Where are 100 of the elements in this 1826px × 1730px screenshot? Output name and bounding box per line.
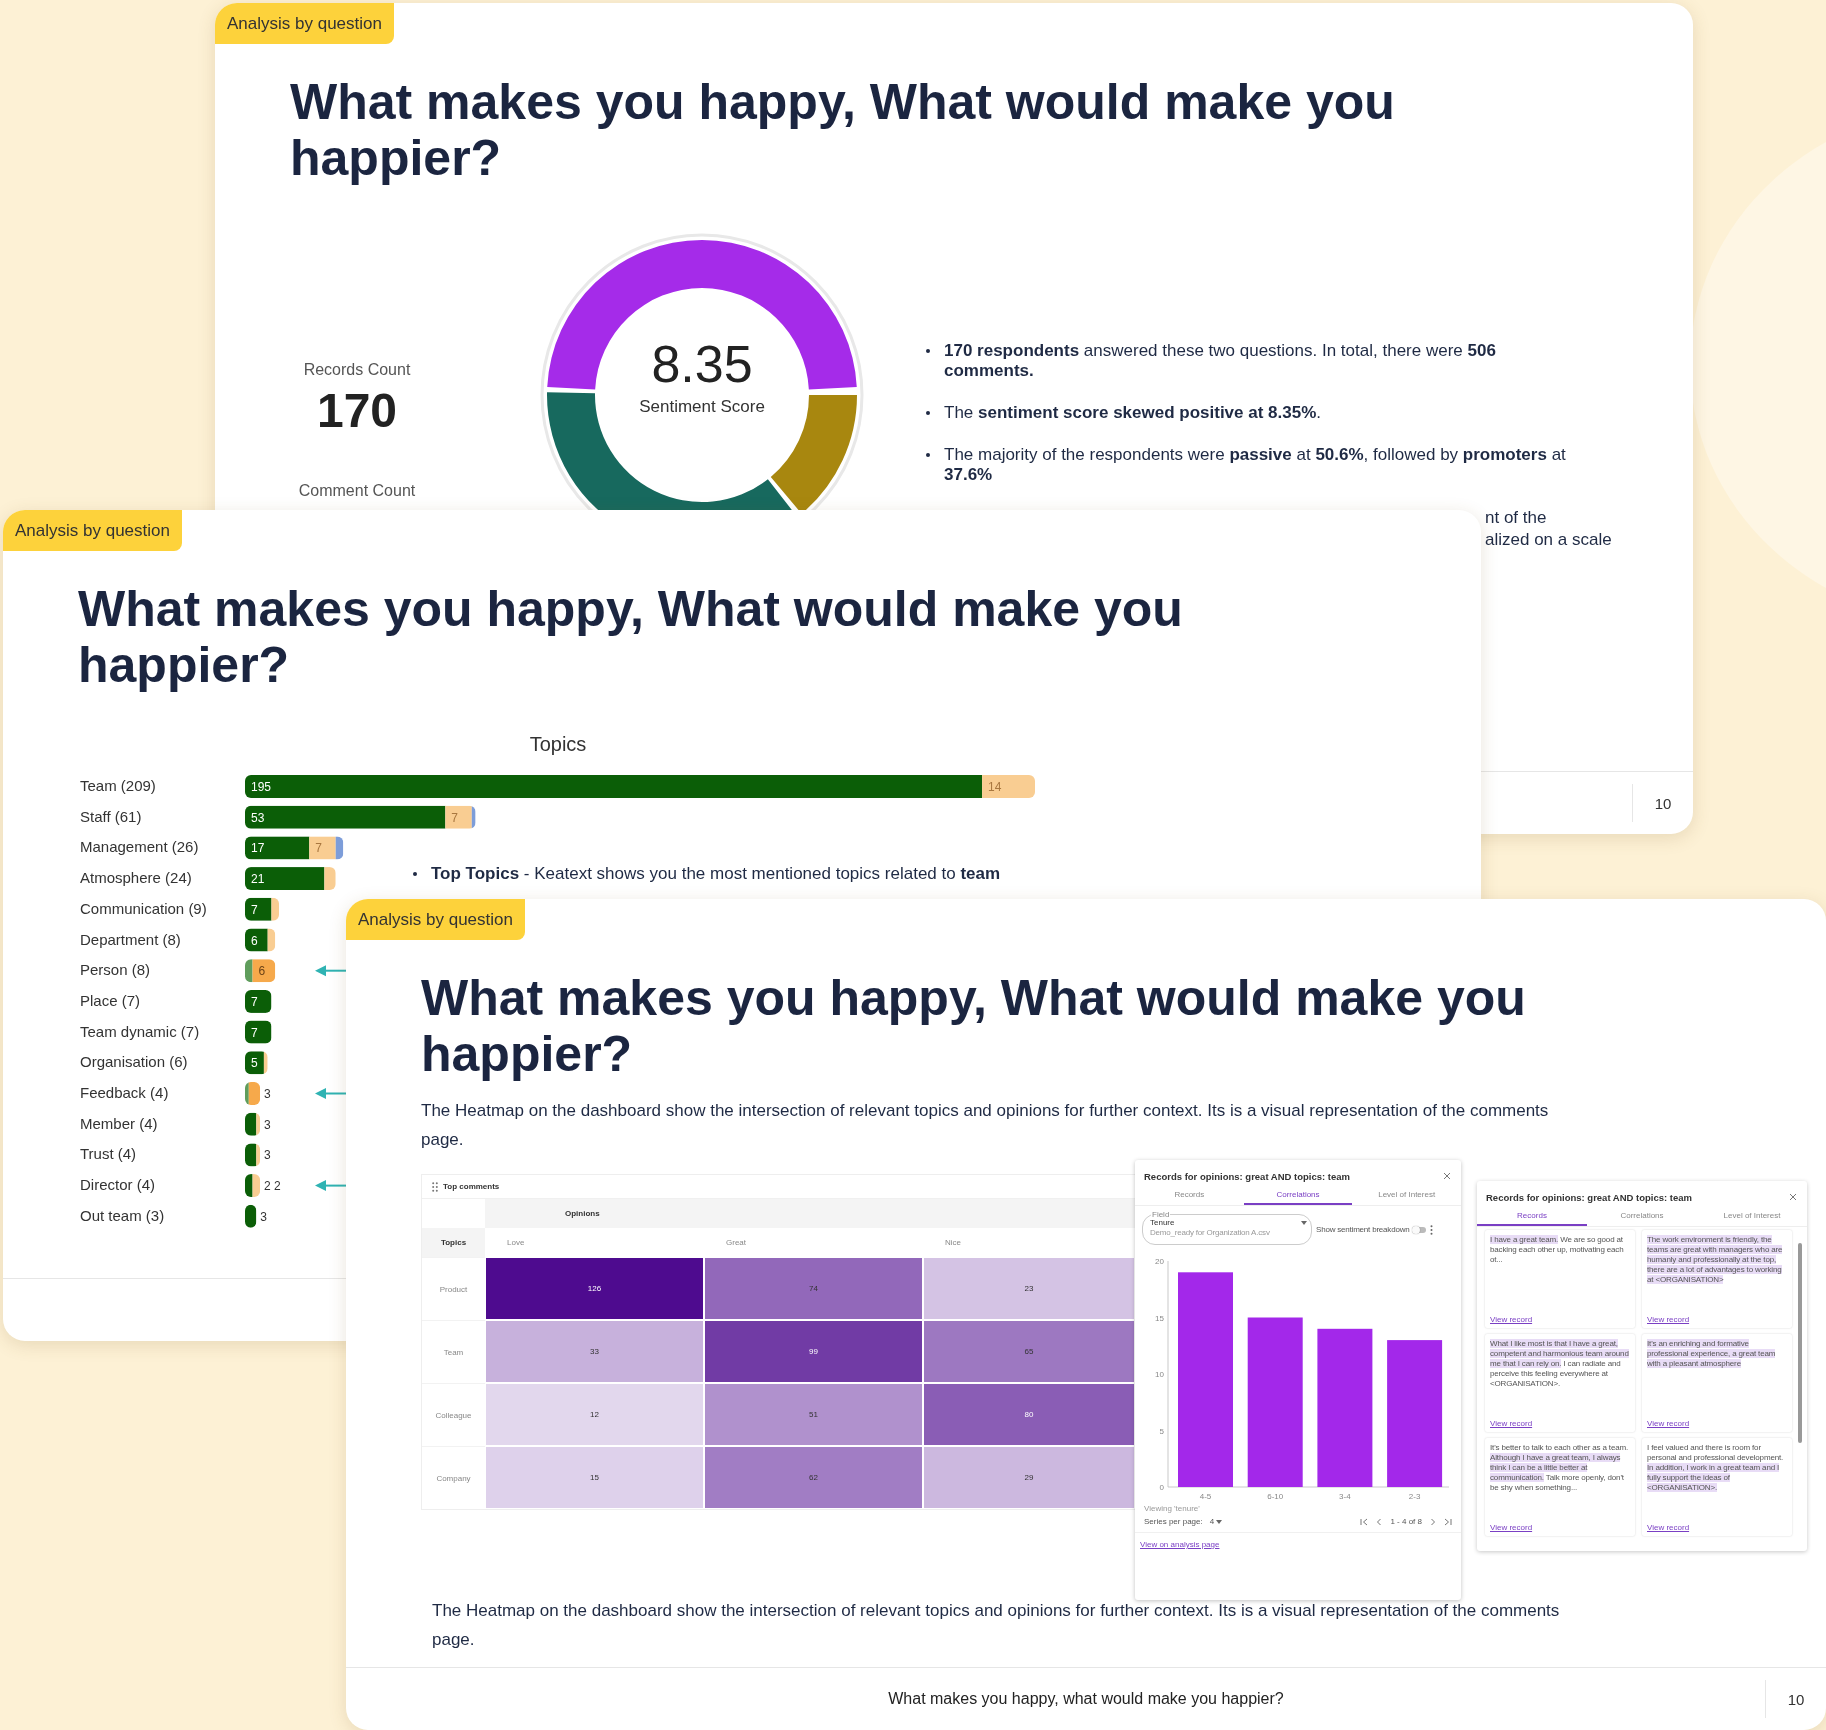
column-header: Great	[725, 1237, 747, 1249]
heatmap-cell[interactable]: 99	[704, 1320, 923, 1383]
slide-title: What makes you happy, What would make you happier?	[421, 970, 1527, 1082]
tick-label: 10	[1155, 1370, 1164, 1379]
row-header: Topics	[422, 1228, 485, 1257]
category-label: Person (8)	[80, 961, 151, 979]
bullet-icon	[926, 411, 930, 415]
analysis-page-link[interactable]: View on analysis page	[1140, 1540, 1220, 1549]
tick-label: 20	[1155, 1257, 1164, 1266]
bar-value-label: 5	[251, 1056, 258, 1071]
section-tag: Analysis by question	[3, 510, 182, 551]
category-label: Department (8)	[80, 930, 181, 948]
column-header: Nice	[944, 1237, 962, 1249]
tab[interactable]: Level of Interest	[1352, 1187, 1461, 1205]
bar-value-label: 7	[315, 841, 322, 856]
last-page-icon[interactable]	[1444, 1517, 1452, 1526]
page-range: 1 - 4 of 8	[1390, 1517, 1422, 1526]
category-label: 3-4	[1339, 1492, 1351, 1501]
more-icon[interactable]	[1430, 1224, 1434, 1235]
panel-title: Top comments	[443, 1182, 500, 1191]
panel-title: Records for opinions: great AND topics: team	[1144, 1170, 1351, 1182]
toggle-switch[interactable]	[1413, 1226, 1427, 1233]
bullet-text: 170 respondents answered these two questions. In total, there were 506 comments.	[944, 341, 1497, 381]
tab[interactable]: Level of Interest	[1697, 1208, 1807, 1226]
slide-title: What makes you happy, What would make you happier?	[78, 581, 1184, 693]
category-label: Organisation (6)	[80, 1053, 188, 1071]
paragraph: The Heatmap on the dashboard show the intersection of relevant topics and opinions for further context. Its is a visual representation of the comments page.	[432, 1600, 1561, 1651]
tab[interactable]: Correlations	[1243, 1187, 1353, 1205]
stat-label: Records Count	[302, 360, 412, 380]
bar	[252, 1174, 261, 1198]
score-label: Sentiment Score	[639, 397, 765, 416]
bar-value-label: 6	[258, 964, 266, 979]
bar	[245, 1020, 272, 1044]
paragraph: The Heatmap on the dashboard show the intersection of relevant topics and opinions for further context. Its is a visual representation of the comments page.	[421, 1100, 1550, 1151]
bullet-text: The sentiment score skewed positive at 8.35%.	[944, 403, 1322, 423]
bullet-icon	[926, 349, 930, 353]
bar-value-label: 195	[251, 780, 272, 794]
heatmap-cell[interactable]: 12	[485, 1383, 704, 1446]
heatmap-cell[interactable]: 65	[923, 1320, 1135, 1383]
bar-value-label: 3	[264, 1148, 271, 1163]
heatmap-cell[interactable]: 15	[485, 1446, 704, 1509]
section-tag: Analysis by question	[215, 3, 394, 44]
stat-label: Comment Count	[297, 481, 417, 501]
view-record-link[interactable]: View record	[1490, 1419, 1533, 1428]
bullet-icon	[413, 872, 417, 876]
page-number: 10	[1765, 1680, 1826, 1718]
category-label: Management (26)	[80, 838, 199, 856]
caption: Viewing 'tenure'	[1143, 1503, 1201, 1514]
view-record-link[interactable]: View record	[1647, 1315, 1690, 1324]
record-text: The work environment is friendly, the teams are great with managers who are humanly and professionally at the top, there are a lot of advantages to working at <ORGANISATION>	[1647, 1235, 1784, 1285]
bar-value-label: 2	[264, 1179, 271, 1194]
footer-text: What makes you happy, what would make you happier?	[888, 1690, 1284, 1708]
view-record-link[interactable]: View record	[1490, 1315, 1533, 1324]
tab[interactable]: Records	[1135, 1187, 1244, 1205]
heatmap-cell[interactable]: 80	[923, 1383, 1135, 1446]
category-label: Trust (4)	[80, 1145, 137, 1163]
tab[interactable]: Records	[1477, 1208, 1587, 1226]
view-record-link[interactable]: View record	[1647, 1419, 1690, 1428]
view-record-link[interactable]: View record	[1647, 1523, 1690, 1532]
page-number: 10	[1632, 784, 1693, 822]
tick-label: 0	[1159, 1483, 1164, 1492]
bar-value-label: 7	[251, 1025, 258, 1040]
category-label: 6-10	[1267, 1492, 1284, 1501]
category-label: Atmosphere (24)	[80, 869, 192, 887]
first-page-icon[interactable]	[1360, 1517, 1369, 1526]
close-icon[interactable]	[1789, 1193, 1797, 1201]
record-text: I feel valued and there is room for personal and professional development. In addition, I work in a great team and I fully support the ideas of <ORGANISATION>.	[1647, 1443, 1785, 1493]
chart-title: Topics	[528, 732, 588, 757]
category-label: Communication (9)	[80, 899, 207, 917]
tab[interactable]: Correlations	[1587, 1208, 1697, 1226]
toggle-label: Show sentiment breakdown	[1316, 1225, 1410, 1234]
heatmap-cell[interactable]: 29	[923, 1446, 1135, 1509]
bar	[245, 989, 272, 1013]
view-record-link[interactable]: View record	[1490, 1523, 1533, 1532]
record-text: I have a great team. We are so good at backing each other up, motivating each ot...	[1490, 1235, 1625, 1265]
bar-value-label: 3	[264, 1117, 271, 1132]
series-per-page-select[interactable]: 4	[1209, 1517, 1223, 1526]
caret-icon[interactable]	[1216, 1519, 1223, 1524]
heatmap-cell[interactable]: 33	[485, 1320, 704, 1383]
heatmap-cell[interactable]: 51	[704, 1383, 923, 1446]
bar-value-label: 2	[274, 1179, 281, 1194]
heatmap-cell[interactable]: 23	[923, 1257, 1135, 1320]
bar-value-label: 7	[251, 902, 258, 917]
section-tag: Analysis by question	[346, 899, 525, 940]
category-label: Member (4)	[80, 1114, 158, 1132]
category-label: Out team (3)	[80, 1206, 165, 1224]
bar-value-label: 3	[264, 1087, 271, 1101]
bar-value-label: 3	[260, 1209, 268, 1224]
heatmap-cell[interactable]: 62	[704, 1446, 923, 1509]
heatmap-cell[interactable]: 126	[485, 1257, 704, 1320]
drag-handle-icon[interactable]	[432, 1181, 438, 1192]
category-label: Team dynamic (7)	[80, 1022, 200, 1040]
close-icon[interactable]	[1443, 1172, 1451, 1180]
text-fragment: alized on a scale	[1485, 529, 1612, 551]
tick-label: 15	[1155, 1313, 1164, 1323]
record-text: What I like most is that I have a great, competent and harmonious team around me that I can rely on. I can radiate and perceive this feeling everywhere at <ORGANISATION>.	[1490, 1339, 1630, 1389]
record-text: It's an enriching and formative professional experience, a great team with a pleasant atmosphere	[1647, 1339, 1777, 1369]
column-group-header: Opinions	[485, 1199, 1135, 1228]
caret-icon[interactable]	[1301, 1221, 1307, 1225]
column-header: Love	[506, 1237, 526, 1249]
